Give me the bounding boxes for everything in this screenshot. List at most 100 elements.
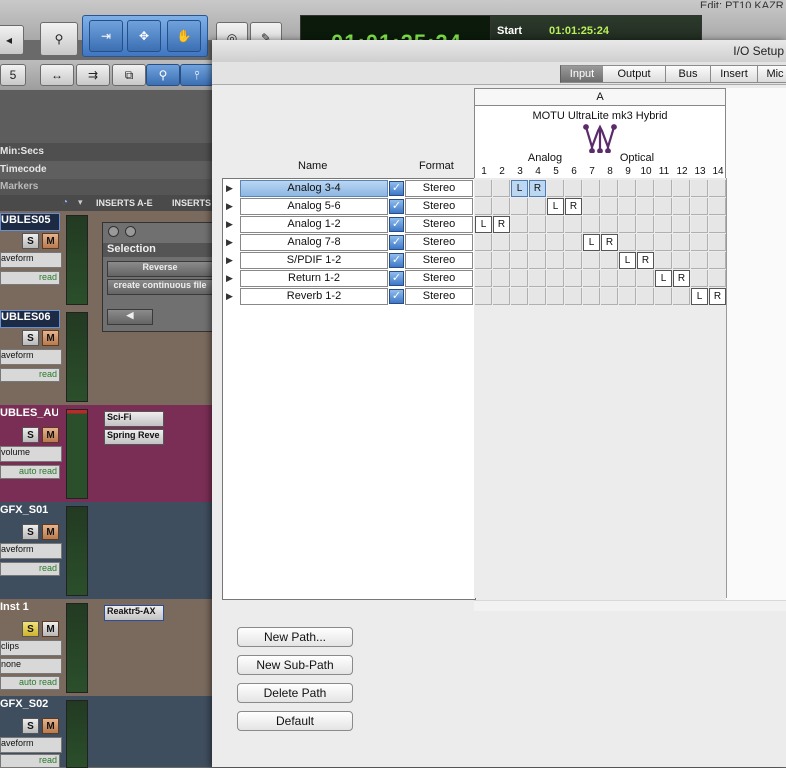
mute-button[interactable]: M bbox=[42, 524, 59, 540]
matrix-cell[interactable] bbox=[583, 270, 600, 287]
matrix-cell[interactable] bbox=[529, 252, 546, 269]
matrix-cell[interactable] bbox=[709, 180, 726, 197]
matrix-cell[interactable] bbox=[709, 252, 726, 269]
path-name-field[interactable]: Analog 3-4 bbox=[240, 180, 388, 197]
matrix-cell[interactable] bbox=[475, 180, 492, 197]
matrix-cell[interactable] bbox=[475, 234, 492, 251]
solo-button[interactable]: S bbox=[22, 330, 39, 346]
track-name[interactable]: GFX_S01 bbox=[0, 504, 58, 520]
matrix-cell[interactable]: R bbox=[493, 216, 510, 233]
create-continuous-file-button[interactable]: create continuous file bbox=[107, 279, 213, 295]
matrix-cell[interactable] bbox=[583, 216, 600, 233]
matrix-cell[interactable] bbox=[637, 216, 654, 233]
path-active-checkbox[interactable]: ✓ bbox=[389, 289, 404, 304]
matrix-cell[interactable] bbox=[493, 234, 510, 251]
matrix-cell[interactable] bbox=[511, 234, 528, 251]
tab-input[interactable]: Input bbox=[560, 65, 604, 83]
matrix-cell[interactable] bbox=[583, 288, 600, 305]
matrix-cell[interactable] bbox=[655, 288, 672, 305]
matrix-cell[interactable] bbox=[547, 270, 564, 287]
solo-button[interactable]: S bbox=[22, 524, 39, 540]
track-view-selector[interactable]: clips bbox=[0, 640, 62, 656]
matrix-cell[interactable] bbox=[691, 234, 708, 251]
matrix-cell[interactable]: L bbox=[475, 216, 492, 233]
matrix-cell[interactable] bbox=[673, 216, 690, 233]
mute-button[interactable]: M bbox=[42, 427, 59, 443]
matrix-cell[interactable] bbox=[655, 234, 672, 251]
matrix-cell[interactable] bbox=[547, 234, 564, 251]
matrix-cell[interactable] bbox=[565, 288, 582, 305]
matrix-cell[interactable] bbox=[655, 216, 672, 233]
matrix-cell[interactable] bbox=[493, 288, 510, 305]
arrow-left-icon[interactable]: ◂ bbox=[0, 25, 24, 55]
track-name[interactable]: UBLES06 bbox=[0, 310, 60, 328]
track-view-selector[interactable]: aveform bbox=[0, 737, 62, 753]
matrix-cell[interactable] bbox=[565, 216, 582, 233]
matrix-cell[interactable]: R bbox=[673, 270, 690, 287]
matrix-cell[interactable] bbox=[619, 234, 636, 251]
mute-button[interactable]: M bbox=[42, 233, 59, 249]
expand-arrow-icon[interactable]: ▶ bbox=[226, 201, 233, 212]
matrix-cell[interactable]: L bbox=[619, 252, 636, 269]
path-active-checkbox[interactable]: ✓ bbox=[389, 253, 404, 268]
chevron-down-icon[interactable]: ▾ bbox=[78, 197, 83, 208]
matrix-cell[interactable]: R bbox=[709, 288, 726, 305]
matrix-cell[interactable] bbox=[493, 198, 510, 215]
expand-arrow-icon[interactable]: ▶ bbox=[226, 291, 233, 302]
matrix-cell[interactable] bbox=[565, 252, 582, 269]
matrix-cell[interactable]: R bbox=[637, 252, 654, 269]
matrix-cell[interactable] bbox=[601, 216, 618, 233]
path-active-checkbox[interactable]: ✓ bbox=[389, 271, 404, 286]
matrix-cell[interactable] bbox=[673, 252, 690, 269]
matrix-cell[interactable] bbox=[673, 198, 690, 215]
matrix-cell[interactable] bbox=[709, 216, 726, 233]
delete-path-button[interactable]: Delete Path bbox=[237, 683, 353, 703]
matrix-cell[interactable] bbox=[673, 180, 690, 197]
matrix-cell[interactable] bbox=[511, 216, 528, 233]
tab-output[interactable]: Output bbox=[603, 65, 666, 83]
matrix-cell[interactable] bbox=[691, 180, 708, 197]
path-format-selector[interactable]: Stereo bbox=[405, 288, 473, 305]
path-active-checkbox[interactable]: ✓ bbox=[389, 235, 404, 250]
matrix-cell[interactable] bbox=[691, 198, 708, 215]
path-format-selector[interactable]: Stereo bbox=[405, 180, 473, 197]
matrix-cell[interactable] bbox=[619, 288, 636, 305]
selector-tool-icon[interactable]: ✥ bbox=[127, 20, 161, 52]
matrix-cell[interactable] bbox=[655, 252, 672, 269]
matrix-cell[interactable] bbox=[601, 270, 618, 287]
matrix-cell[interactable] bbox=[529, 198, 546, 215]
insert-plugin[interactable]: Reaktr5-AX bbox=[104, 605, 164, 621]
path-name-field[interactable]: S/PDIF 1-2 bbox=[240, 252, 388, 269]
matrix-cell[interactable] bbox=[619, 198, 636, 215]
matrix-cell[interactable] bbox=[547, 288, 564, 305]
matrix-cell[interactable]: L bbox=[547, 198, 564, 215]
path-active-checkbox[interactable]: ✓ bbox=[389, 217, 404, 232]
matrix-cell[interactable] bbox=[493, 252, 510, 269]
matrix-cell[interactable] bbox=[619, 270, 636, 287]
tab-mic[interactable]: Mic bbox=[758, 65, 786, 83]
matrix-cell[interactable] bbox=[619, 180, 636, 197]
expand-arrow-icon[interactable]: ▶ bbox=[226, 273, 233, 284]
matrix-cell[interactable] bbox=[547, 180, 564, 197]
link-track-icon[interactable]: ⚲ bbox=[146, 64, 180, 86]
trim-tool-icon[interactable]: ⇥ bbox=[89, 20, 123, 52]
matrix-cell[interactable] bbox=[601, 288, 618, 305]
mute-button[interactable]: M bbox=[42, 621, 59, 637]
path-format-selector[interactable]: Stereo bbox=[405, 216, 473, 233]
matrix-cell[interactable] bbox=[637, 234, 654, 251]
matrix-cell[interactable]: R bbox=[565, 198, 582, 215]
matrix-cell[interactable] bbox=[601, 180, 618, 197]
matrix-cell[interactable]: L bbox=[583, 234, 600, 251]
matrix-cell[interactable] bbox=[511, 288, 528, 305]
matrix-cell[interactable] bbox=[547, 216, 564, 233]
track-view-selector[interactable]: volume bbox=[0, 446, 62, 462]
matrix-cell[interactable] bbox=[709, 234, 726, 251]
matrix-cell[interactable]: R bbox=[529, 180, 546, 197]
matrix-cell[interactable] bbox=[511, 252, 528, 269]
path-name-field[interactable]: Analog 5-6 bbox=[240, 198, 388, 215]
path-format-selector[interactable]: Stereo bbox=[405, 198, 473, 215]
automation-selector[interactable]: read bbox=[0, 754, 60, 768]
track-view-selector[interactable]: aveform bbox=[0, 252, 62, 268]
path-name-field[interactable]: Reverb 1-2 bbox=[240, 288, 388, 305]
matrix-cell[interactable] bbox=[493, 270, 510, 287]
